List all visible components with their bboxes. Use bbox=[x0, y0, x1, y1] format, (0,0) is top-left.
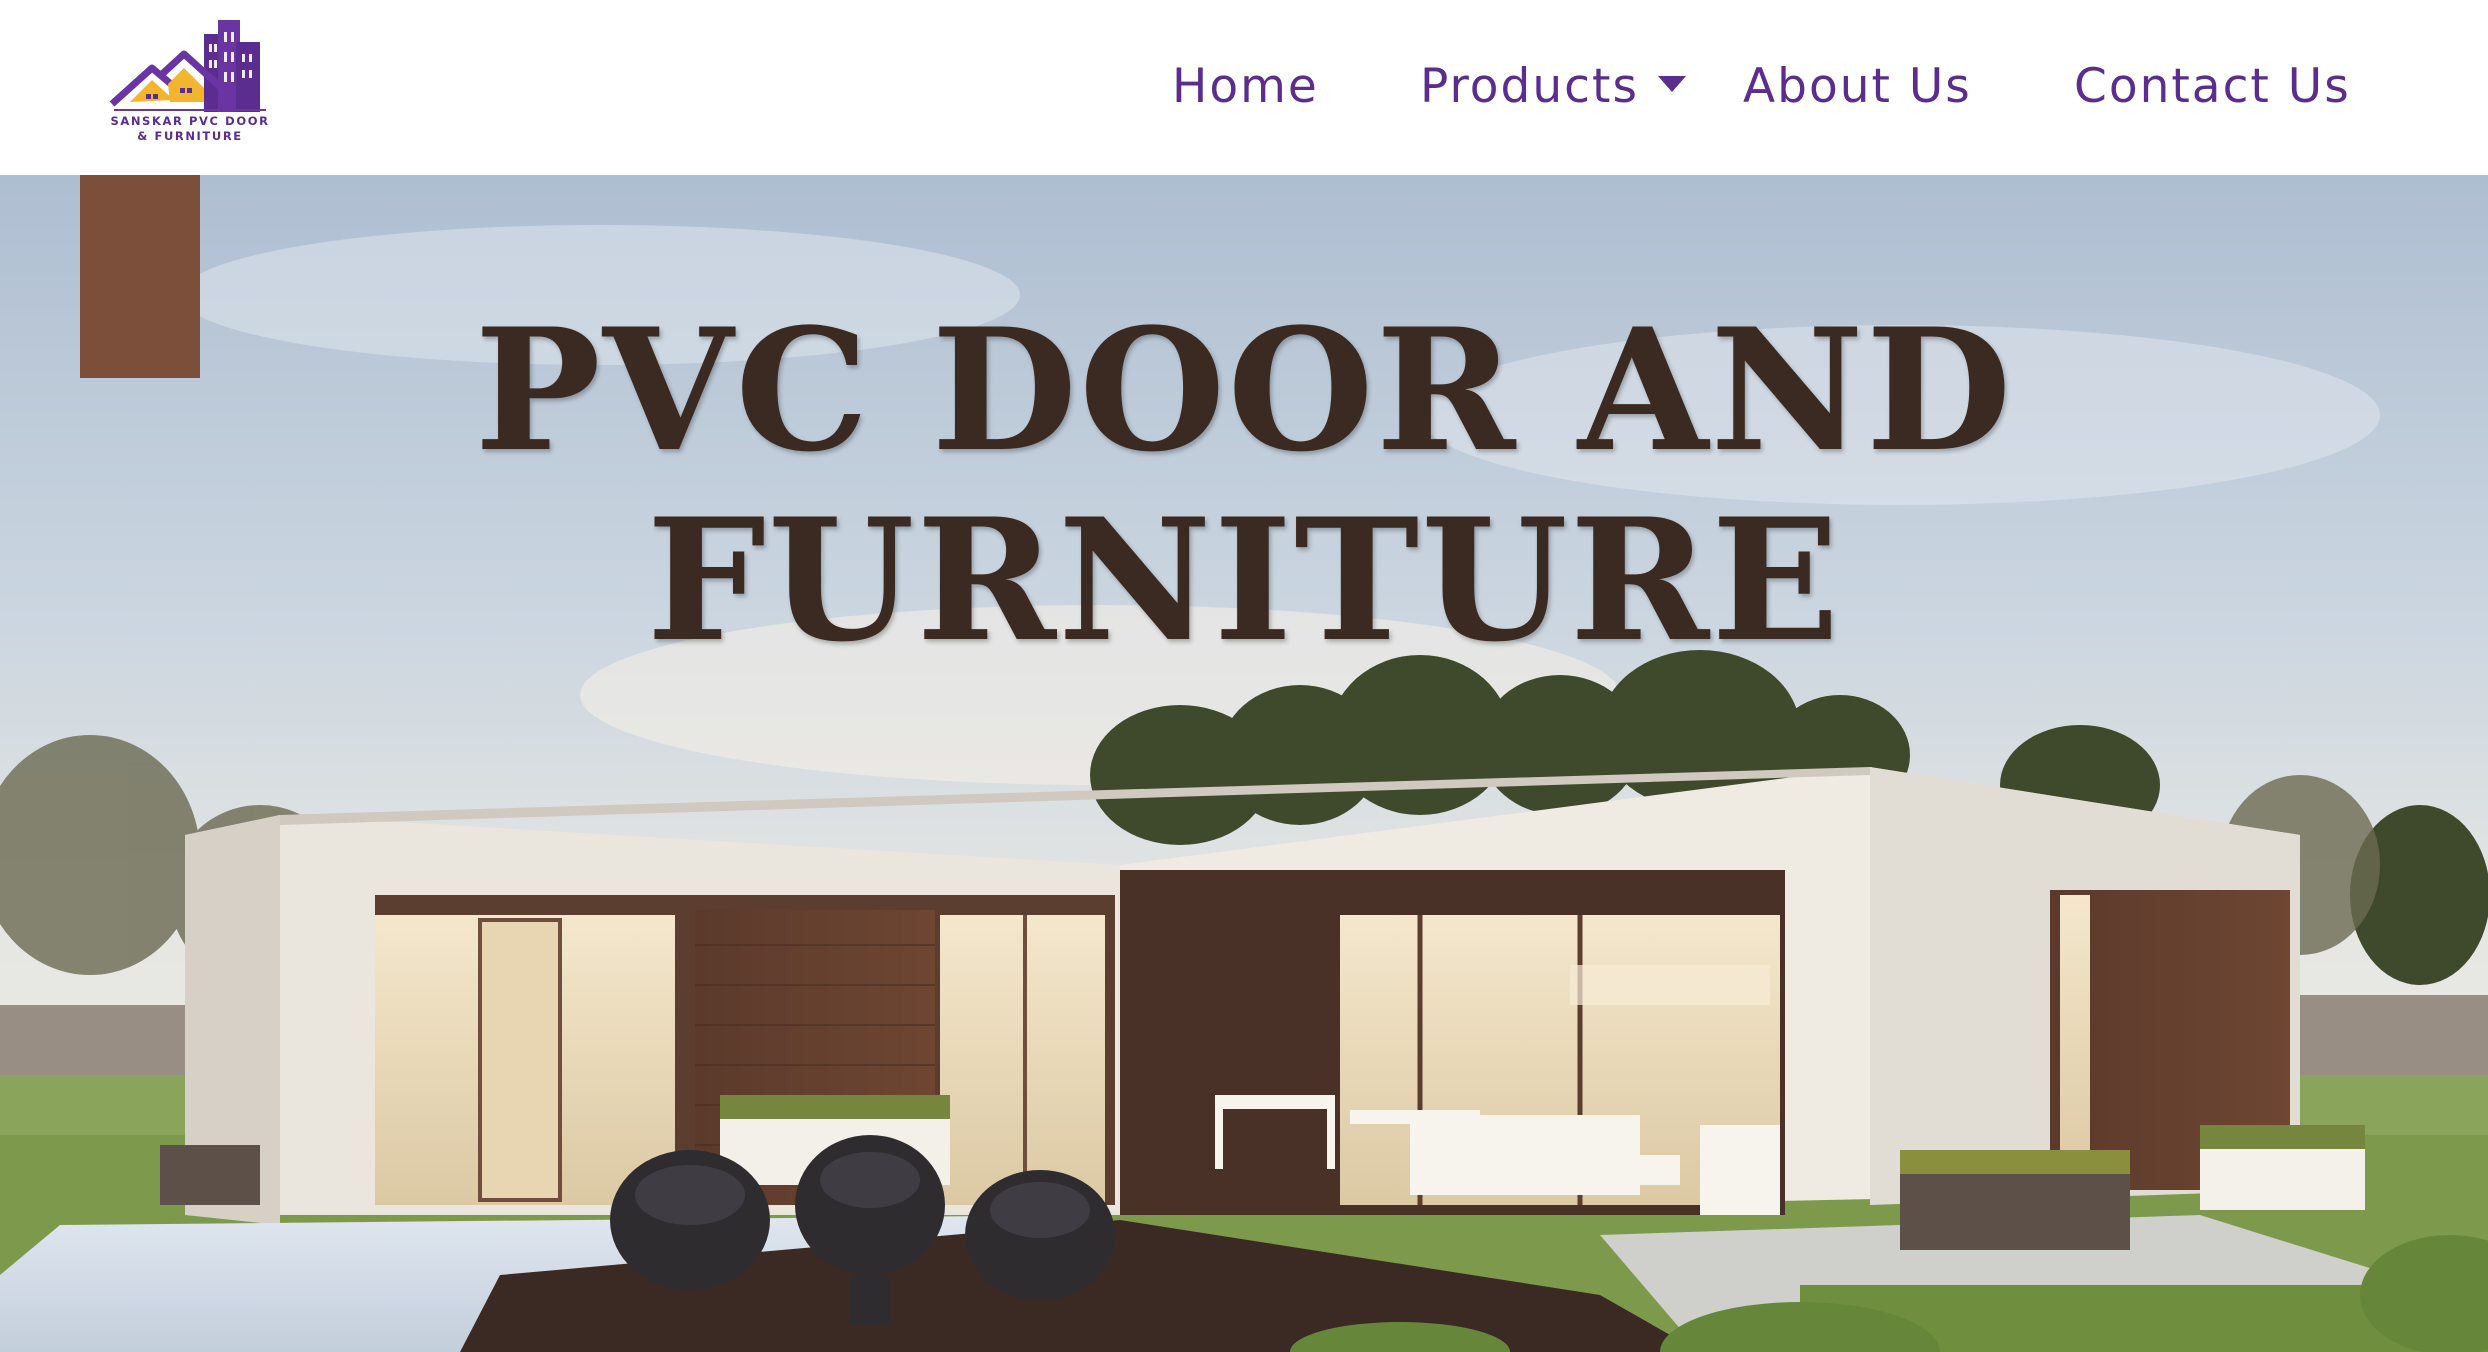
nav-products-link[interactable]: Products bbox=[1420, 52, 1639, 122]
hero-title-line1: PVC DOOR AND bbox=[474, 291, 2014, 489]
nav-home-link[interactable]: Home bbox=[1172, 52, 1319, 122]
hero-banner: PVC DOOR AND FURNITURE bbox=[0, 175, 2488, 1352]
main-nav: Home Products About Us Contact Us bbox=[0, 0, 2488, 175]
caret-down-icon[interactable] bbox=[1658, 76, 1686, 92]
nav-about-link[interactable]: About Us bbox=[1743, 52, 1972, 122]
hero-title-line2: FURNITURE bbox=[646, 481, 1842, 679]
site-header: SANSKAR PVC DOOR & FURNITURE Home Produc… bbox=[0, 0, 2488, 175]
hero-title: PVC DOOR AND FURNITURE bbox=[0, 295, 2488, 675]
nav-contact-link[interactable]: Contact Us bbox=[2074, 52, 2351, 122]
